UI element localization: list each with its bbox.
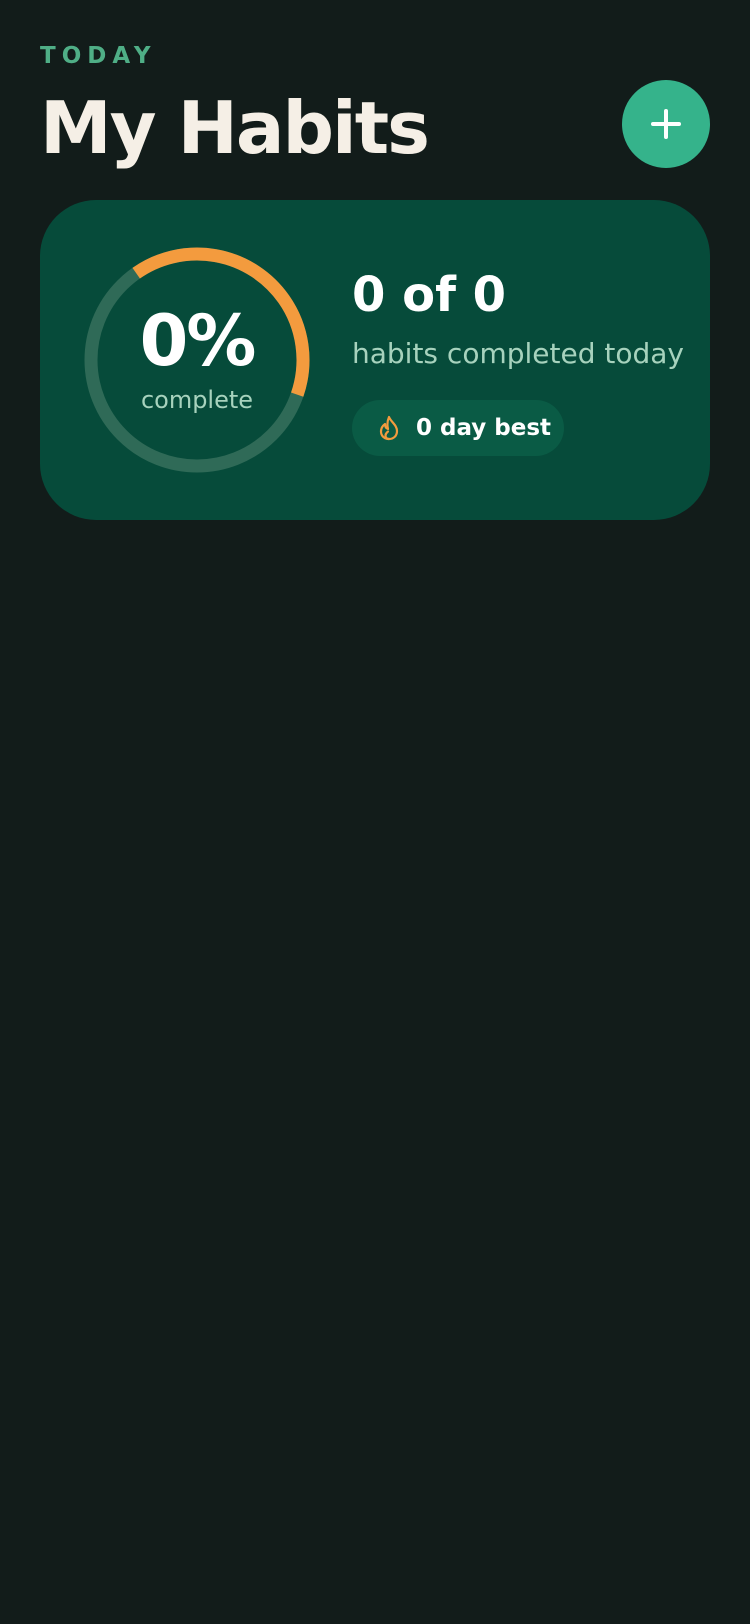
header-eyebrow: TODAY [40, 43, 157, 69]
add-habit-button[interactable] [622, 80, 710, 168]
plus-icon [651, 109, 681, 139]
streak-text: 0 day best [416, 415, 552, 441]
flame-icon [379, 415, 399, 441]
streak-badge: 0 day best [352, 400, 564, 456]
page-title: My Habits [40, 86, 430, 170]
percent-value: 0% [139, 300, 257, 382]
completed-count: 0 of 0 [352, 267, 507, 323]
percent-label: complete [140, 386, 254, 414]
summary-card: 0% complete 0 of 0 habits completed toda… [40, 200, 710, 520]
completed-caption: habits completed today [352, 337, 684, 370]
progress-ring: 0% complete [84, 247, 310, 473]
